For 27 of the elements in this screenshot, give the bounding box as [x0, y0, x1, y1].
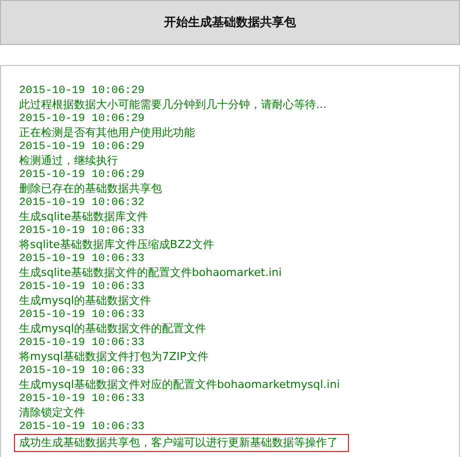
- log-timestamp: 2015-10-19 10:06:33: [19, 364, 146, 378]
- log-message: 生成mysql的基础数据文件的配置文件: [19, 322, 206, 336]
- log-timestamp: 2015-10-19 10:06:33: [19, 308, 146, 322]
- log-message: 成功生成基础数据共享包，客户端可以进行更新基础数据等操作了: [14, 434, 349, 452]
- log-timestamp: 2015-10-19 10:06:29: [19, 168, 146, 182]
- log-message: 将sqlite基础数据库文件压缩成BZ2文件: [19, 238, 214, 252]
- log-message: 生成mysql的基础数据文件: [19, 294, 151, 308]
- log-timestamp: 2015-10-19 10:06:33: [19, 420, 146, 434]
- log-message: 将mysql基础数据文件打包为7ZIP文件: [19, 350, 208, 364]
- log-message: 生成mysql基础数据文件对应的配置文件bohaomarketmysql.ini: [19, 378, 340, 392]
- log-timestamp: 2015-10-19 10:06:32: [19, 196, 146, 210]
- log-timestamp: 2015-10-19 10:06:29: [19, 140, 146, 154]
- log-message: 此过程根据数据大小可能需要几分钟到几十分钟，请耐心等待...: [19, 98, 326, 112]
- log-message: 删除已存在的基础数据共享包: [19, 182, 162, 196]
- log-message: 检测通过，继续执行: [19, 154, 118, 168]
- log-message: 正在检测是否有其他用户使用此功能: [19, 126, 195, 140]
- log-timestamp: 2015-10-19 10:06:33: [19, 252, 146, 266]
- log-timestamp: 2015-10-19 10:06:29: [19, 84, 146, 98]
- log-message: 生成sqlite基础数据库文件: [19, 210, 148, 224]
- log-message: 清除锁定文件: [19, 406, 85, 420]
- log-timestamp: 2015-10-19 10:06:29: [19, 112, 146, 126]
- log-timestamp: 2015-10-19 10:06:33: [19, 392, 146, 406]
- page-title: 开始生成基础数据共享包: [164, 14, 296, 31]
- log-message: 生成sqlite基础数据文件的配置文件bohaomarket.ini: [19, 266, 282, 280]
- log-timestamp: 2015-10-19 10:06:33: [19, 280, 146, 294]
- log-timestamp: 2015-10-19 10:06:33: [19, 336, 146, 350]
- log-timestamp: 2015-10-19 10:06:33: [19, 224, 146, 238]
